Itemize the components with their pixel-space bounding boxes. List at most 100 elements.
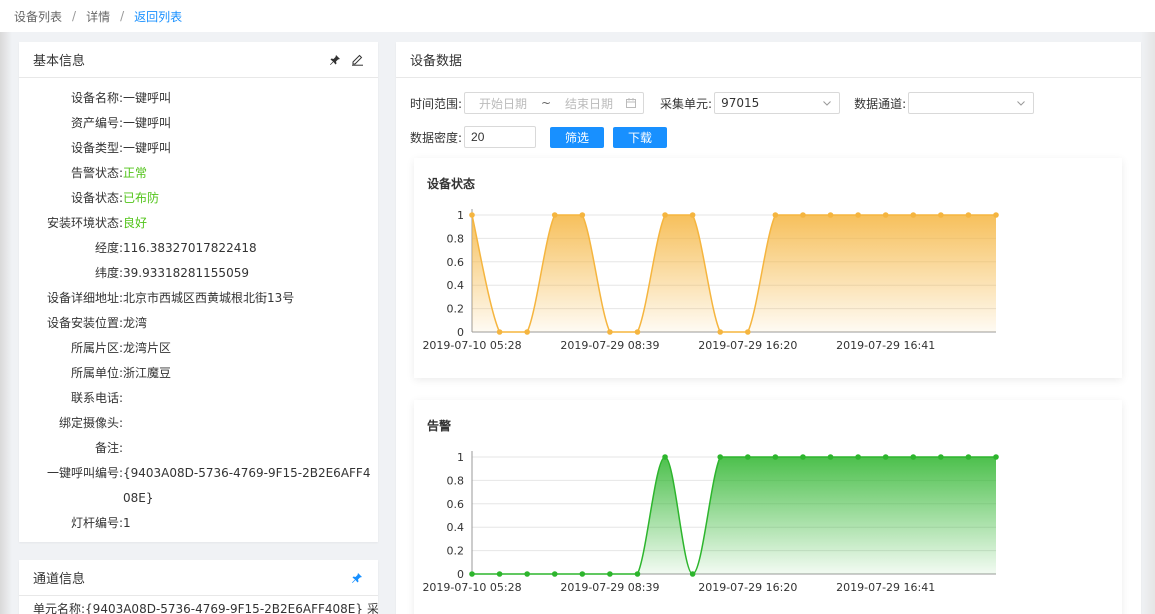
pin-icon[interactable] (328, 53, 342, 67)
collect-unit-select[interactable]: 97015 (714, 92, 841, 114)
data-point[interactable] (993, 454, 999, 460)
x-tick-label: 2019-07-29 16:20 (698, 339, 797, 352)
collect-unit-label: 采集单元: (660, 96, 713, 111)
data-point[interactable] (524, 329, 530, 335)
info-row: 设备类型: 一键呼叫 (19, 136, 378, 161)
data-point[interactable] (634, 571, 641, 577)
data-point[interactable] (607, 571, 613, 577)
y-tick-label: 0.8 (447, 232, 465, 245)
filter-row-1: 时间范围: 开始日期 ~ 结束日期 采集单元: 97015 数据通道: (410, 92, 1127, 114)
filter-button[interactable]: 筛选 (550, 126, 605, 148)
data-point[interactable] (469, 212, 475, 218)
breadcrumb: 设备列表 / 详情 / 返回列表 (0, 0, 1155, 32)
pin-icon[interactable] (350, 571, 364, 585)
channel-unit-value: {9403A08D-5736-4769-9F15-2B2E6AFF408E} (85, 601, 363, 614)
data-point[interactable] (579, 212, 586, 218)
breadcrumb-detail: 详情 (86, 9, 111, 24)
info-value: 一键呼叫 (123, 91, 172, 105)
data-point[interactable] (965, 212, 972, 218)
data-point[interactable] (689, 212, 696, 218)
data-point[interactable] (579, 571, 586, 577)
density-input[interactable] (464, 126, 537, 148)
download-button[interactable]: 下载 (613, 126, 668, 148)
breadcrumb-device-list[interactable]: 设备列表 (14, 8, 62, 25)
chart-title: 告警 (427, 419, 452, 433)
data-point[interactable] (827, 454, 834, 460)
device-status-chart-card: 0 0.2 0.4 0.6 0.8 1 2019-07-10 05:28 2019-07-29… (414, 158, 1122, 378)
data-point[interactable] (717, 329, 724, 335)
info-label: 设备类型: (70, 141, 123, 155)
info-label: 灯杆编号: (70, 516, 123, 530)
data-point[interactable] (965, 454, 972, 460)
info-row: 安装环境状态: 良好 (19, 211, 378, 236)
info-value: 浙江魔豆 (123, 366, 172, 380)
back-to-list-link[interactable]: 返回列表 (134, 8, 182, 25)
series-area (472, 457, 996, 574)
data-point[interactable] (662, 212, 668, 218)
data-point[interactable] (744, 329, 751, 335)
data-point[interactable] (910, 454, 917, 460)
data-point[interactable] (938, 212, 944, 218)
filter-bar: 时间范围: 开始日期 ~ 结束日期 采集单元: 97015 数据通道: 数据密度… (396, 78, 1141, 148)
info-value: 良好 (123, 216, 148, 230)
info-label: 资产编号: (70, 116, 123, 130)
data-point[interactable] (744, 454, 751, 460)
calendar-icon (625, 97, 637, 109)
data-point[interactable] (551, 571, 558, 577)
date-range-picker[interactable]: 开始日期 ~ 结束日期 (464, 92, 645, 114)
info-label: 纬度: (94, 266, 123, 280)
info-row: 设备状态: 已布防 (19, 186, 378, 211)
data-point[interactable] (662, 454, 668, 460)
x-tick-label: 2019-07-29 08:39 (560, 581, 659, 594)
info-label: 经度: (94, 241, 123, 255)
start-date-placeholder[interactable]: 开始日期 (471, 95, 535, 112)
data-point[interactable] (689, 571, 696, 577)
info-row: 设备安装位置: 龙湾 (19, 311, 378, 336)
page-right-scroll-area (1141, 32, 1155, 614)
x-tick-label: 2019-07-29 16:20 (698, 581, 797, 594)
info-value: 龙湾片区 (123, 341, 172, 355)
info-row: 绑定摄像头: (19, 411, 378, 436)
y-tick-label: 0.4 (447, 279, 465, 292)
data-point[interactable] (551, 212, 558, 218)
x-tick-label: 2019-07-29 08:39 (560, 339, 659, 352)
end-date-placeholder[interactable]: 结束日期 (557, 95, 621, 112)
info-label: 安装环境状态: (46, 216, 123, 230)
data-channel-label: 数据通道: (854, 96, 907, 111)
info-value: 116.38327017822418 (123, 241, 257, 255)
data-point[interactable] (524, 571, 530, 577)
info-row: 设备详细地址: 北京市西城区西黄城根北街13号 (19, 286, 378, 311)
y-tick-label: 0.4 (447, 521, 465, 534)
x-tick-label: 2019-07-29 16:41 (836, 581, 935, 594)
data-point[interactable] (882, 212, 889, 218)
time-range-label: 时间范围: (410, 96, 463, 111)
data-point[interactable] (772, 454, 779, 460)
data-point[interactable] (717, 454, 724, 460)
breadcrumb-separator: / (120, 9, 125, 23)
data-point[interactable] (800, 454, 806, 460)
data-point[interactable] (938, 454, 944, 460)
data-point[interactable] (827, 212, 834, 218)
data-point[interactable] (800, 212, 806, 218)
x-tick-label: 2019-07-29 16:41 (836, 339, 935, 352)
data-point[interactable] (855, 212, 861, 218)
data-point[interactable] (496, 329, 503, 335)
data-point[interactable] (993, 212, 999, 218)
alarm-chart-card: 0 0.2 0.4 0.6 0.8 1 2019-07-10 05:28 2019-07-29… (414, 400, 1122, 614)
data-point[interactable] (607, 329, 613, 335)
y-tick-label: 0.8 (447, 474, 465, 487)
data-channel-select[interactable] (908, 92, 1035, 114)
data-point[interactable] (910, 212, 917, 218)
data-point[interactable] (772, 212, 779, 218)
data-point[interactable] (634, 329, 641, 335)
data-point[interactable] (882, 454, 889, 460)
data-point[interactable] (469, 571, 475, 577)
info-label: 设备详细地址: (46, 291, 123, 305)
y-tick-label: 0 (457, 326, 464, 339)
data-point[interactable] (855, 454, 861, 460)
info-label: 设备安装位置: (46, 316, 123, 330)
data-point[interactable] (496, 571, 503, 577)
channel-unit-row[interactable]: 单元名称: {9403A08D-5736-4769-9F15-2B2E6AFF4… (19, 596, 378, 614)
edit-icon[interactable] (350, 53, 364, 67)
series-area (472, 215, 996, 332)
